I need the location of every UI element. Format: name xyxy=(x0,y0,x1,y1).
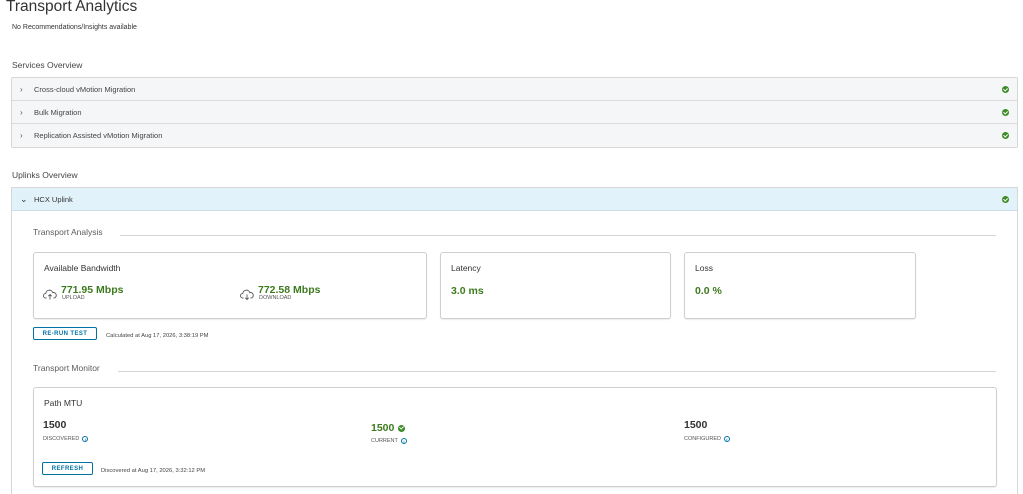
cloud-upload-icon xyxy=(43,289,57,300)
path-mtu-card: Path MTU 1500 DISCOVERED i 1500 CURRENT … xyxy=(33,387,997,487)
discovered-at-text: Discovered at Aug 17, 2026, 3:32:12 PM xyxy=(101,468,206,474)
bandwidth-card-title: Available Bandwidth xyxy=(44,263,121,273)
current-label: CURRENT xyxy=(371,438,398,444)
discovered-label: DISCOVERED xyxy=(43,436,80,442)
uplink-label: HCX Uplink xyxy=(34,194,73,204)
check-circle-icon xyxy=(1002,132,1009,139)
chevron-right-icon[interactable]: › xyxy=(12,108,34,117)
transport-analysis-title: Transport Analysis xyxy=(33,227,103,237)
current-mtu-number: 1500 xyxy=(371,422,395,434)
latency-card: Latency 3.0 ms xyxy=(440,252,671,319)
page-title: Transport Analytics xyxy=(6,0,138,15)
current-mtu-value: 1500 xyxy=(371,422,406,434)
chevron-right-icon[interactable]: › xyxy=(12,85,34,94)
latency-value: 3.0 ms xyxy=(451,285,484,297)
no-recommendations-text: No Recommendations/Insights available xyxy=(12,24,137,31)
discovered-mtu-value: 1500 xyxy=(43,419,67,431)
chevron-right-icon[interactable]: › xyxy=(12,131,34,140)
service-label: Bulk Migration xyxy=(34,107,82,117)
service-row-replication-assisted-vmotion[interactable]: › Replication Assisted vMotion Migration xyxy=(12,124,1017,147)
service-label: Replication Assisted vMotion Migration xyxy=(34,131,163,140)
configured-mtu-caption: CONFIGURED i xyxy=(684,436,730,442)
cloud-download-icon xyxy=(240,289,254,300)
rerun-test-button[interactable]: RE-RUN TEST xyxy=(33,327,97,340)
calculated-at-text: Calculated at Aug 17, 2026, 3:38:19 PM xyxy=(106,333,209,339)
divider xyxy=(118,371,996,372)
loss-card-title: Loss xyxy=(695,263,713,273)
info-icon[interactable]: i xyxy=(400,438,407,444)
configured-label: CONFIGURED xyxy=(684,436,721,442)
discovered-mtu-caption: DISCOVERED i xyxy=(43,436,89,442)
transport-monitor-title: Transport Monitor xyxy=(33,363,100,373)
current-mtu-caption: CURRENT i xyxy=(371,438,407,444)
check-circle-icon xyxy=(1002,109,1009,116)
loss-card: Loss 0.0 % xyxy=(684,252,916,319)
check-circle-icon xyxy=(1002,86,1009,93)
services-overview-title: Services Overview xyxy=(12,60,83,70)
services-accordion: › Cross-cloud vMotion Migration › Bulk M… xyxy=(11,77,1018,148)
divider xyxy=(120,235,996,236)
uplinks-overview-title: Uplinks Overview xyxy=(12,170,78,180)
uplink-row-hcx-uplink[interactable]: ⌄ HCX Uplink xyxy=(12,188,1017,211)
info-icon[interactable]: i xyxy=(723,436,730,442)
service-row-bulk-migration[interactable]: › Bulk Migration xyxy=(12,101,1017,124)
download-label: DOWNLOAD xyxy=(259,295,292,301)
chevron-down-icon[interactable]: ⌄ xyxy=(12,194,34,205)
latency-card-title: Latency xyxy=(451,263,481,273)
loss-value: 0.0 % xyxy=(695,285,722,297)
check-circle-icon xyxy=(1002,196,1009,203)
upload-label: UPLOAD xyxy=(62,295,85,301)
path-mtu-title: Path MTU xyxy=(44,398,83,408)
check-circle-icon xyxy=(398,424,406,432)
info-icon[interactable]: i xyxy=(82,436,89,442)
bandwidth-card: Available Bandwidth 771.95 Mbps UPLOAD 7… xyxy=(33,252,427,319)
service-row-cross-cloud-vmotion[interactable]: › Cross-cloud vMotion Migration xyxy=(12,78,1017,101)
refresh-button[interactable]: REFRESH xyxy=(42,462,93,475)
configured-mtu-value: 1500 xyxy=(684,419,708,431)
service-label: Cross-cloud vMotion Migration xyxy=(34,84,136,94)
